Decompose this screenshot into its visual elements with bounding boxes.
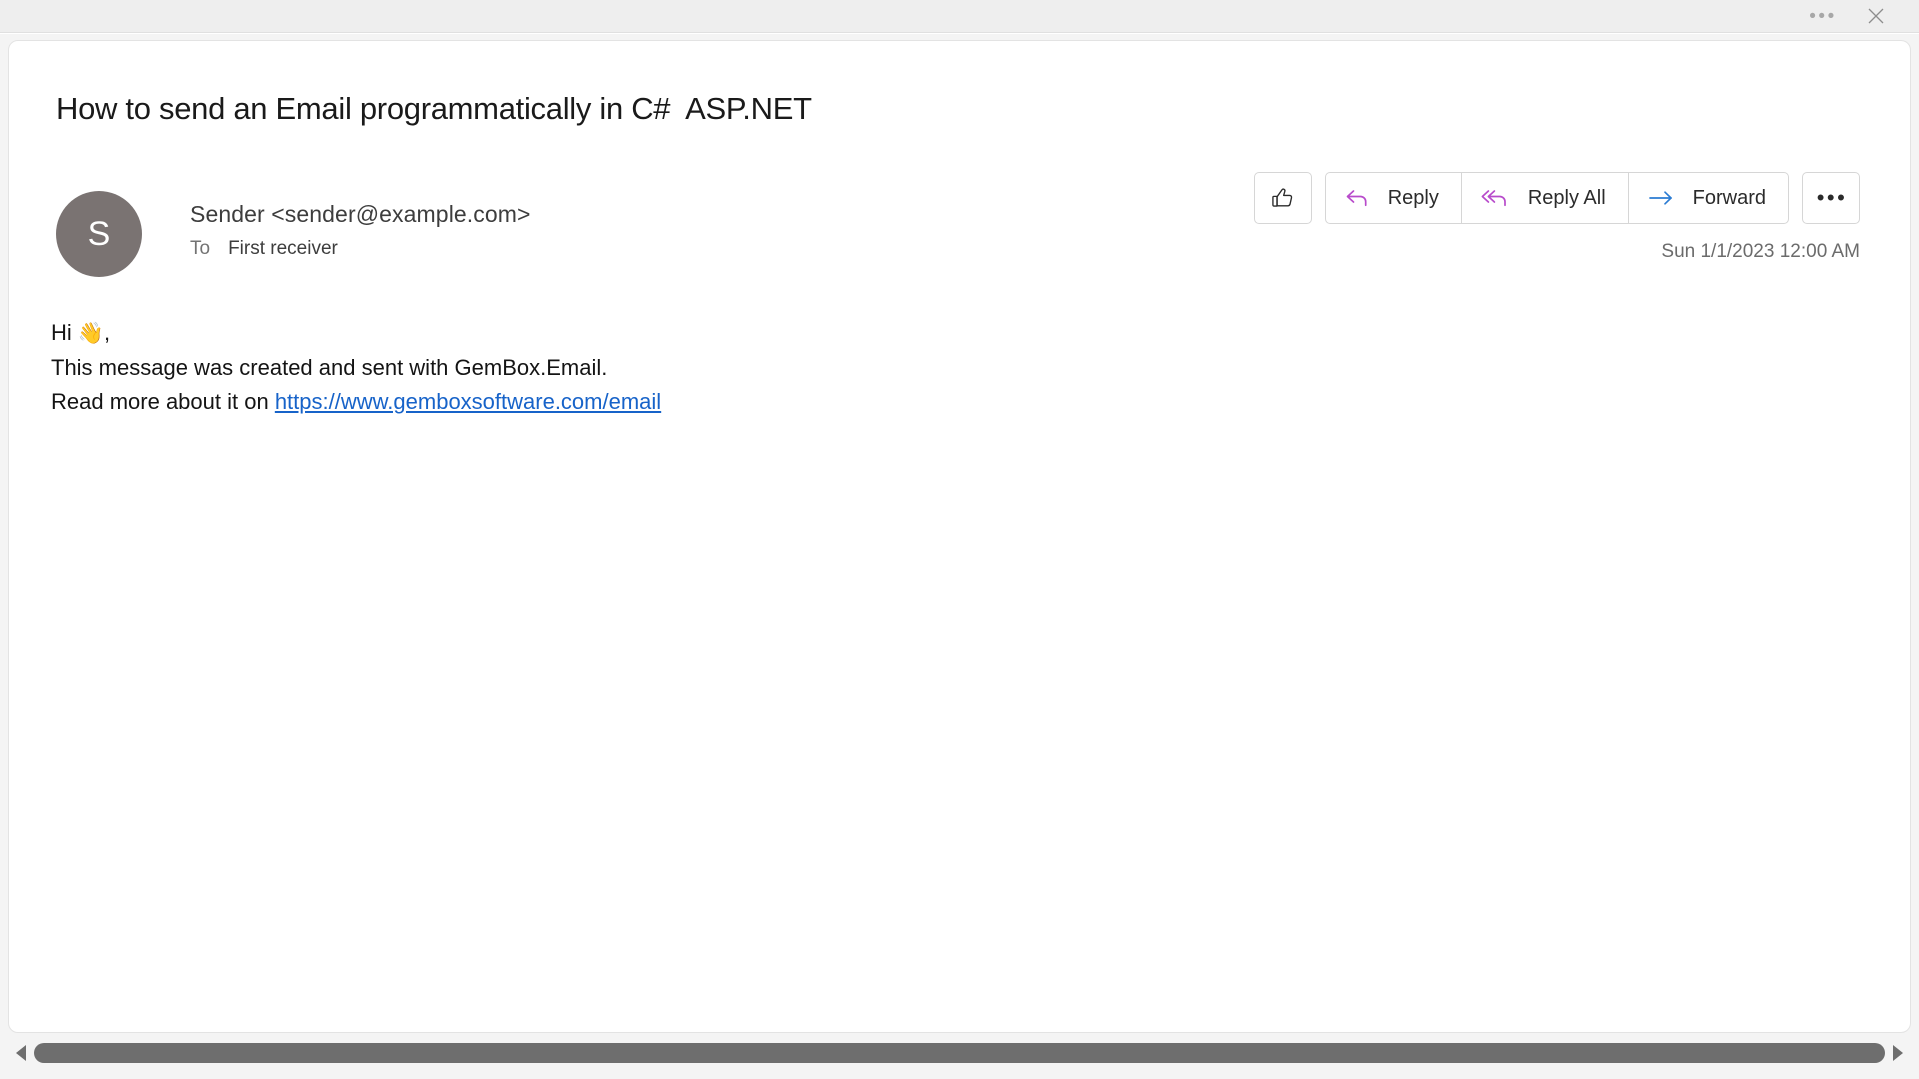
body-line-3-prefix: Read more about it on	[51, 389, 275, 414]
ellipsis-icon: •••	[1815, 187, 1848, 209]
sender-name: Sender <sender@example.com>	[190, 201, 531, 228]
to-label: To	[190, 238, 210, 260]
email-message-card: How to send an Email programmatically in…	[8, 40, 1911, 1033]
avatar: S	[56, 191, 142, 277]
greeting-suffix: ,	[104, 320, 110, 345]
message-timestamp: Sun 1/1/2023 12:00 AM	[1661, 241, 1860, 263]
reply-all-arrow-icon	[1480, 186, 1512, 210]
thumbs-up-icon	[1270, 185, 1296, 211]
message-actions-toolbar: Reply Reply All Forward	[1254, 172, 1860, 224]
scrollbar-track[interactable]	[34, 1035, 1885, 1071]
scroll-right-arrow-icon	[1893, 1045, 1903, 1061]
forward-arrow-icon	[1647, 186, 1677, 210]
more-actions-button[interactable]: •••	[1802, 172, 1860, 224]
scrollbar-thumb[interactable]	[34, 1043, 1885, 1063]
gembox-email-link[interactable]: https://www.gemboxsoftware.com/email	[275, 389, 661, 414]
horizontal-scrollbar[interactable]	[8, 1035, 1911, 1071]
scroll-left-button[interactable]	[8, 1035, 34, 1071]
body-line-3: Read more about it on https://www.gembox…	[51, 385, 661, 419]
scroll-right-button[interactable]	[1885, 1035, 1911, 1071]
reply-actions-group: Reply Reply All Forward	[1325, 172, 1789, 224]
reply-arrow-icon	[1344, 186, 1372, 210]
reply-button[interactable]: Reply	[1326, 173, 1462, 223]
window-close-button[interactable]	[1853, 0, 1899, 33]
window-more-options-button[interactable]: •••	[1799, 0, 1845, 33]
sender-details: Sender <sender@example.com> To First rec…	[190, 191, 531, 260]
message-body: Hi 👋, This message was created and sent …	[51, 316, 661, 419]
body-line-greeting: Hi 👋,	[51, 316, 661, 351]
forward-label: Forward	[1693, 187, 1766, 210]
reply-label: Reply	[1388, 187, 1439, 210]
email-subject: How to send an Email programmatically in…	[56, 91, 812, 127]
like-button[interactable]	[1254, 172, 1312, 224]
greeting-prefix: Hi	[51, 320, 78, 345]
waving-hand-icon: 👋	[78, 322, 104, 345]
close-icon	[1866, 6, 1886, 26]
to-recipient[interactable]: First receiver	[228, 238, 338, 260]
body-line-2: This message was created and sent with G…	[51, 351, 661, 385]
message-viewer-frame: How to send an Email programmatically in…	[0, 34, 1919, 1079]
reply-all-label: Reply All	[1528, 187, 1606, 210]
forward-button[interactable]: Forward	[1629, 173, 1788, 223]
sender-block: S Sender <sender@example.com> To First r…	[56, 191, 531, 277]
reply-all-button[interactable]: Reply All	[1462, 173, 1629, 223]
scroll-left-arrow-icon	[16, 1045, 26, 1061]
window-title-bar: •••	[0, 0, 1919, 33]
recipient-line: To First receiver	[190, 238, 531, 260]
ellipsis-icon: •••	[1807, 7, 1836, 26]
